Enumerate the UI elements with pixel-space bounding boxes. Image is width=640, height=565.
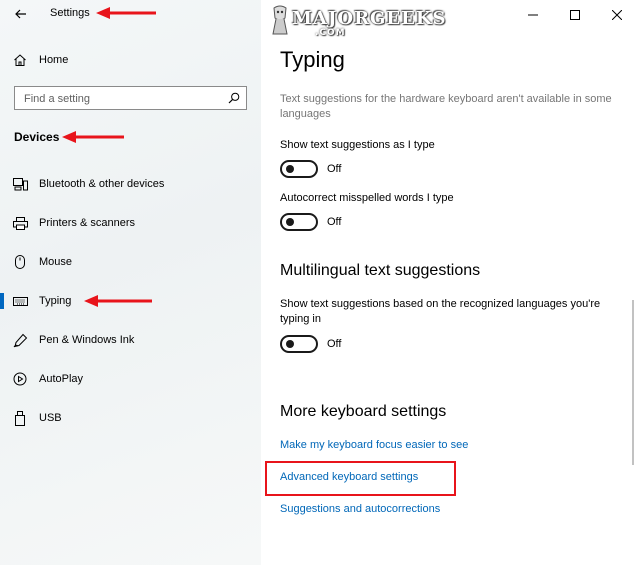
- suggestions-autocorrections-link[interactable]: Suggestions and autocorrections: [280, 503, 440, 515]
- sidebar-item-label: USB: [39, 412, 62, 424]
- toggle-state: Off: [327, 338, 342, 350]
- close-button[interactable]: [596, 0, 638, 30]
- scrollbar[interactable]: [632, 300, 634, 465]
- show-suggestions-toggle[interactable]: Off: [280, 160, 341, 178]
- back-arrow-icon: [15, 9, 26, 19]
- back-button[interactable]: [8, 3, 34, 25]
- sidebar-item-label: Pen & Windows Ink: [39, 334, 135, 346]
- watermark-subtext: .COM: [315, 28, 346, 38]
- toggle-knob: [286, 165, 294, 173]
- sidebar-item-label: Mouse: [39, 256, 73, 268]
- keyboard-focus-link[interactable]: Make my keyboard focus easier to see: [280, 439, 468, 451]
- sidebar-item-label: Typing: [39, 295, 72, 307]
- toggle-knob: [286, 218, 294, 226]
- hardware-note: Text suggestions for the hardware keyboa…: [280, 93, 612, 120]
- annotation-arrow: [84, 295, 152, 307]
- annotation-highlight-box: [265, 461, 456, 496]
- minimize-button[interactable]: [512, 0, 554, 30]
- sidebar-item-pen[interactable]: Pen & Windows Ink: [0, 323, 261, 357]
- section-label: Devices: [14, 130, 60, 144]
- sidebar-item-label: Printers & scanners: [39, 217, 135, 229]
- sidebar-item-bluetooth[interactable]: Bluetooth & other devices: [0, 167, 261, 201]
- toggle-switch[interactable]: [280, 213, 318, 231]
- autocorrect-label: Autocorrect misspelled words I type: [280, 192, 454, 204]
- sidebar-item-label: Home: [39, 54, 69, 66]
- multilingual-label: Show text suggestions based on the recog…: [280, 298, 601, 325]
- autoplay-icon: [12, 371, 28, 387]
- autocorrect-toggle[interactable]: Off: [280, 213, 341, 231]
- toggle-knob: [286, 340, 294, 348]
- majorgeeks-watermark: MAJORGEEKS .COM: [268, 2, 446, 40]
- more-keyboard-settings-title: More keyboard settings: [280, 403, 447, 420]
- app-title: Settings: [50, 7, 90, 19]
- toggle-switch[interactable]: [280, 335, 318, 353]
- toggle-state: Off: [327, 216, 342, 228]
- multilingual-toggle[interactable]: Off: [280, 335, 341, 353]
- mouse-icon: [12, 254, 28, 270]
- clipped-heading: [280, 72, 430, 78]
- toggle-switch[interactable]: [280, 160, 318, 178]
- sidebar-item-mouse[interactable]: Mouse: [0, 245, 261, 279]
- keyboard-icon: [12, 293, 28, 309]
- show-suggestions-label: Show text suggestions as I type: [280, 139, 435, 151]
- sidebar-item-autoplay[interactable]: AutoPlay: [0, 362, 261, 396]
- sidebar: Settings Home Devices Bluetooth & other …: [0, 0, 261, 565]
- main-content: Typing Text suggestions for the hardware…: [261, 0, 640, 565]
- toggle-state: Off: [327, 163, 342, 175]
- annotation-arrow: [62, 131, 124, 143]
- sidebar-item-home[interactable]: Home: [0, 43, 261, 77]
- multilingual-section-title: Multilingual text suggestions: [280, 262, 481, 279]
- sidebar-item-label: AutoPlay: [39, 373, 84, 385]
- page-title: Typing: [280, 47, 345, 72]
- maximize-button[interactable]: [554, 0, 596, 30]
- watermark-mascot-logo: [272, 5, 288, 35]
- bluetooth-devices-icon: [12, 176, 28, 192]
- watermark-text: MAJORGEEKS: [292, 8, 447, 29]
- sidebar-item-usb[interactable]: USB: [0, 401, 261, 435]
- search-icon[interactable]: [228, 92, 240, 104]
- sidebar-item-printers[interactable]: Printers & scanners: [0, 206, 261, 240]
- usb-icon: [12, 410, 28, 426]
- maximize-icon: [570, 10, 580, 20]
- close-icon: [612, 10, 622, 20]
- home-icon: [12, 52, 28, 68]
- search-box[interactable]: [14, 86, 247, 110]
- search-input[interactable]: [22, 88, 226, 110]
- annotation-arrow: [96, 7, 156, 19]
- window-controls: [512, 0, 640, 30]
- pen-icon: [12, 332, 28, 348]
- minimize-icon: [528, 14, 538, 16]
- printer-icon: [12, 215, 28, 231]
- sidebar-item-label: Bluetooth & other devices: [39, 178, 165, 190]
